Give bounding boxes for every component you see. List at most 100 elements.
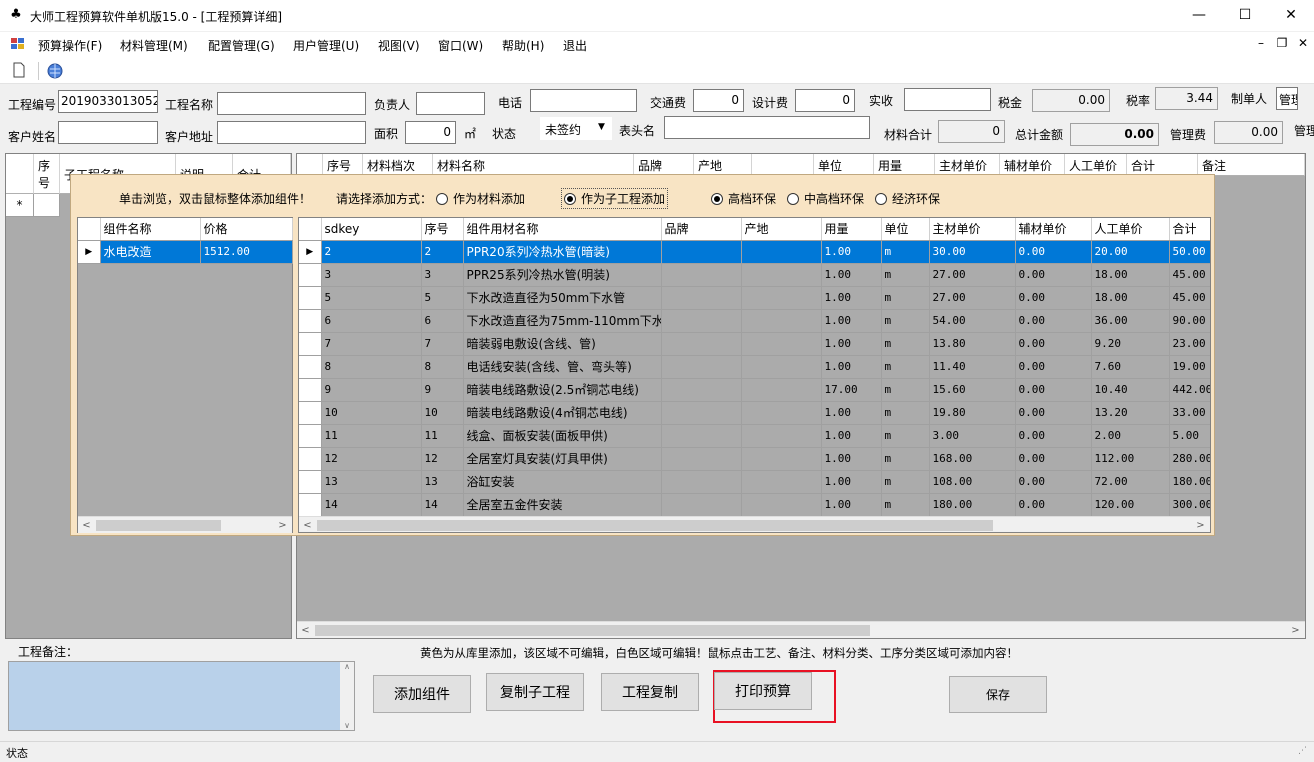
transport-field[interactable]: 0: [693, 89, 744, 112]
row-pointer-icon[interactable]: ▶: [299, 240, 322, 264]
col-header-main-price[interactable]: 主材单价: [929, 218, 1016, 241]
minimize-button[interactable]: —: [1176, 0, 1222, 31]
col-header-aux-price[interactable]: 辅材单价: [1000, 154, 1065, 176]
menu-user[interactable]: 用户管理(U): [293, 37, 359, 54]
col-header-grade[interactable]: 材料档次: [363, 154, 433, 176]
col-header-seq[interactable]: 序号: [421, 218, 464, 241]
row-header[interactable]: [299, 309, 322, 333]
material-row[interactable]: 5 5 下水改造直径为50mm下水管 1.00 m 27.00 0.00 18.00 45.00: [299, 286, 1210, 310]
menu-help[interactable]: 帮助(H): [502, 37, 544, 54]
grade-option-high[interactable]: 高档环保: [711, 190, 776, 207]
col-header-total[interactable]: 合计: [1127, 154, 1198, 176]
area-field[interactable]: 0: [405, 121, 456, 144]
material-row[interactable]: 14 14 全居室五金件安装 1.00 m 180.00 0.00 120.00 300.00: [299, 493, 1210, 517]
row-header[interactable]: [299, 470, 322, 494]
save-button[interactable]: 保存: [949, 676, 1047, 713]
material-row[interactable]: 6 6 下水改造直径为75mm-110mm下水管 1.00 m 54.00 0.00 36.0…: [299, 309, 1210, 333]
new-document-icon[interactable]: [10, 62, 28, 80]
mdi-close-button[interactable]: ✕: [1294, 36, 1312, 50]
new-row-cell[interactable]: [34, 194, 60, 217]
scroll-down-icon[interactable]: ∨: [340, 721, 354, 730]
menu-exit[interactable]: 退出: [563, 37, 587, 54]
material-row[interactable]: 9 9 暗装电线路敷设(2.5㎡铜芯电线) 17.00 m 15.60 0.00 10.40 4…: [299, 378, 1210, 402]
row-header[interactable]: [299, 378, 322, 402]
row-header[interactable]: [299, 263, 322, 287]
col-header-material-name[interactable]: 材料名称: [433, 154, 634, 176]
row-header[interactable]: [299, 332, 322, 356]
maximize-button[interactable]: ☐: [1222, 0, 1268, 31]
col-header-labor-price[interactable]: 人工单价: [1091, 218, 1170, 241]
scroll-left-icon[interactable]: <: [297, 622, 314, 639]
material-row[interactable]: 13 13 浴缸安装 1.00 m 108.00 0.00 72.00 180.00: [299, 470, 1210, 494]
menu-budget[interactable]: 预算操作(F): [38, 37, 102, 54]
address-field[interactable]: [217, 121, 366, 144]
col-header-unit[interactable]: 单位: [814, 154, 874, 176]
note-vscroll[interactable]: ∧ ∨: [340, 662, 354, 730]
row-header[interactable]: [299, 493, 322, 517]
material-row[interactable]: 3 3 PPR25系列冷热水管(明装) 1.00 m 27.00 0.00 18.00 45.0…: [299, 263, 1210, 287]
col-header-material-name[interactable]: 组件用材名称: [463, 218, 662, 241]
material-row[interactable]: 10 10 暗装电线路敷设(4㎡铜芯电线) 1.00 m 19.80 0.00 13.20 33…: [299, 401, 1210, 425]
globe-icon[interactable]: [46, 62, 64, 80]
col-header-brand[interactable]: 品牌: [661, 218, 742, 241]
scroll-right-icon[interactable]: >: [1192, 517, 1209, 532]
mode-option-material[interactable]: 作为材料添加: [436, 190, 525, 207]
col-header-total[interactable]: 合计: [1169, 218, 1210, 241]
phone-field[interactable]: [530, 89, 637, 112]
col-header-qty[interactable]: 用量: [874, 154, 935, 176]
material-row[interactable]: 11 11 线盒、面板安装(面板甲供) 1.00 m 3.00 0.00 2.00 5.00: [299, 424, 1210, 448]
menu-window[interactable]: 窗口(W): [438, 37, 483, 54]
material-row[interactable]: 12 12 全居室灯具安装(灯具甲供) 1.00 m 168.00 0.00 112.00 28…: [299, 447, 1210, 471]
project-note-field[interactable]: ∧ ∨: [8, 661, 355, 731]
row-header[interactable]: [299, 424, 322, 448]
row-header[interactable]: [299, 355, 322, 379]
mdi-window-icon[interactable]: [10, 37, 26, 51]
material-row[interactable]: ▶ 2 2 PPR20系列冷热水管(暗装) 1.00 m 30.00 0.00 20.00 50.…: [299, 240, 1210, 264]
col-header-component-name[interactable]: 组件名称: [100, 218, 201, 241]
col-header-aux-price[interactable]: 辅材单价: [1015, 218, 1092, 241]
grade-option-midhigh[interactable]: 中高档环保: [787, 190, 864, 207]
col-header-price[interactable]: 价格: [200, 218, 293, 241]
scroll-thumb[interactable]: [317, 520, 993, 531]
mdi-restore-button[interactable]: ❐: [1273, 36, 1291, 50]
col-header-sdkey[interactable]: sdkey: [321, 218, 422, 241]
col-header-seq[interactable]: 序号: [323, 154, 363, 176]
material-row[interactable]: 7 7 暗装弱电敷设(含线、管) 1.00 m 13.80 0.00 9.20 23.00: [299, 332, 1210, 356]
print-budget-button[interactable]: 打印预算: [714, 672, 812, 710]
col-header-labor-price[interactable]: 人工单价: [1065, 154, 1127, 176]
col-header-seq[interactable]: 序号: [34, 154, 60, 194]
design-field[interactable]: 0: [795, 89, 855, 112]
row-header[interactable]: [299, 401, 322, 425]
mdi-minimize-button[interactable]: –: [1252, 36, 1270, 50]
status-select[interactable]: 未签约 ▼: [540, 117, 612, 140]
row-header[interactable]: [299, 447, 322, 471]
scroll-left-icon[interactable]: <: [299, 517, 316, 532]
col-header-remark[interactable]: 备注: [1198, 154, 1305, 176]
customer-field[interactable]: [58, 121, 158, 144]
material-row[interactable]: 8 8 电话线安装(含线、管、弯头等) 1.00 m 11.40 0.00 7.60 19.00: [299, 355, 1210, 379]
menu-material[interactable]: 材料管理(M): [120, 37, 188, 54]
scroll-thumb[interactable]: [315, 625, 870, 636]
menu-config[interactable]: 配置管理(G): [208, 37, 275, 54]
col-header-origin[interactable]: 产地: [694, 154, 752, 176]
scroll-right-icon[interactable]: >: [274, 517, 291, 534]
received-field[interactable]: [904, 88, 991, 111]
col-header-main-price[interactable]: 主材单价: [935, 154, 1000, 176]
copy-project-button[interactable]: 工程复制: [601, 673, 699, 711]
grade-option-economy[interactable]: 经济环保: [875, 190, 940, 207]
scroll-thumb[interactable]: [96, 520, 221, 531]
col-header-unit[interactable]: 单位: [881, 218, 930, 241]
add-component-button[interactable]: 添加组件: [373, 675, 471, 713]
col-header-qty[interactable]: 用量: [821, 218, 882, 241]
row-header[interactable]: [299, 286, 322, 310]
close-button[interactable]: ✕: [1268, 0, 1314, 31]
manager-field[interactable]: [416, 92, 485, 115]
scroll-up-icon[interactable]: ∧: [340, 662, 354, 671]
menu-view[interactable]: 视图(V): [378, 37, 420, 54]
component-list-hscroll[interactable]: < >: [78, 516, 292, 533]
col-header-brand[interactable]: 品牌: [634, 154, 694, 176]
copy-subproject-button[interactable]: 复制子工程: [486, 673, 584, 711]
component-row[interactable]: ▶ 水电改造 1512.00: [78, 240, 293, 264]
component-list[interactable]: 组件名称 价格 ▶ 水电改造 1512.00 < >: [77, 217, 293, 533]
component-material-grid[interactable]: sdkey 序号 组件用材名称 品牌 产地 用量 单位 主材单价 辅材单价 人工单价 合计 ▶ 2 2 P…: [298, 217, 1211, 533]
